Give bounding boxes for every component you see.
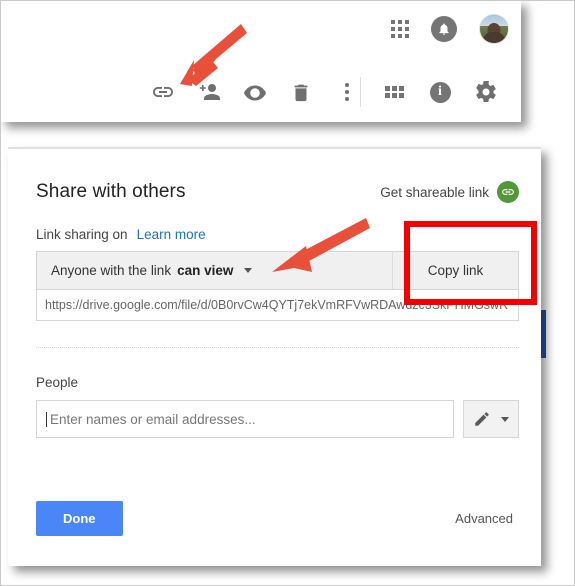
advanced-link[interactable]: Advanced bbox=[455, 511, 519, 526]
more-dots bbox=[345, 83, 349, 101]
toolbar-view-icons: i bbox=[350, 74, 509, 110]
access-level-dropdown[interactable]: Anyone with the link can view bbox=[37, 252, 392, 289]
copy-link-button[interactable]: Copy link bbox=[392, 252, 518, 289]
text-cursor bbox=[46, 411, 47, 427]
link-access-row: Anyone with the link can view Copy link bbox=[36, 251, 519, 289]
share-url-value: https://drive.google.com/file/d/0B0rvCw4… bbox=[45, 298, 509, 312]
copy-link-label: Copy link bbox=[427, 263, 484, 278]
share-dialog-footer: Done Advanced bbox=[36, 501, 519, 536]
settings-gear-icon[interactable] bbox=[463, 74, 509, 110]
pencil-icon bbox=[475, 412, 489, 426]
toolbar-divider bbox=[360, 77, 361, 107]
people-input-placeholder: Enter names or email addresses... bbox=[50, 411, 256, 427]
share-dialog-header: Share with others Get shareable link bbox=[36, 149, 519, 203]
get-shareable-link-label: Get shareable link bbox=[380, 184, 489, 200]
people-input[interactable]: Enter names or email addresses... bbox=[36, 400, 454, 438]
apps-grid-icon[interactable] bbox=[391, 20, 409, 38]
toolbar-account-row bbox=[391, 14, 509, 44]
learn-more-link[interactable]: Learn more bbox=[137, 227, 206, 242]
done-button[interactable]: Done bbox=[36, 501, 123, 536]
people-section-label: People bbox=[36, 375, 79, 390]
page-title: Share with others bbox=[36, 181, 186, 202]
people-invite-row: Enter names or email addresses... bbox=[36, 400, 519, 438]
avatar-body bbox=[483, 32, 505, 43]
link-sharing-status-row: Link sharing on Learn more bbox=[36, 227, 519, 242]
share-dialog-body: Share with others Get shareable link Lin… bbox=[36, 149, 519, 536]
info-icon[interactable]: i bbox=[417, 74, 463, 110]
link-icon bbox=[497, 181, 519, 203]
trash-icon[interactable] bbox=[278, 74, 324, 110]
info-glyph: i bbox=[429, 81, 451, 103]
chevron-down-icon bbox=[501, 416, 509, 422]
link-sharing-status: Link sharing on bbox=[36, 227, 128, 242]
get-shareable-link-button[interactable]: Get shareable link bbox=[380, 181, 519, 203]
chevron-down-icon bbox=[244, 268, 253, 273]
drive-toolbar-card: i bbox=[0, 0, 521, 122]
preview-eye-icon[interactable] bbox=[232, 74, 278, 110]
add-person-icon[interactable] bbox=[186, 74, 232, 110]
share-dialog: Share with others Get shareable link Lin… bbox=[8, 147, 541, 566]
section-divider bbox=[36, 347, 519, 348]
toolbar-action-icons bbox=[140, 74, 370, 110]
access-prefix-label: Anyone with the link bbox=[51, 263, 172, 278]
notifications-bell-icon[interactable] bbox=[431, 16, 457, 42]
grid-view-icon[interactable] bbox=[371, 74, 417, 110]
background-window-strip bbox=[541, 310, 546, 358]
permission-dropdown-button[interactable] bbox=[463, 400, 519, 438]
account-avatar[interactable] bbox=[479, 14, 509, 44]
share-url-field[interactable]: https://drive.google.com/file/d/0B0rvCw4… bbox=[36, 289, 519, 321]
get-link-icon[interactable] bbox=[140, 74, 186, 110]
screenshot-root: i Share with others Get shareable link L… bbox=[0, 0, 575, 586]
grid-view-glyph bbox=[384, 86, 404, 98]
access-permission-label: can view bbox=[177, 263, 234, 278]
